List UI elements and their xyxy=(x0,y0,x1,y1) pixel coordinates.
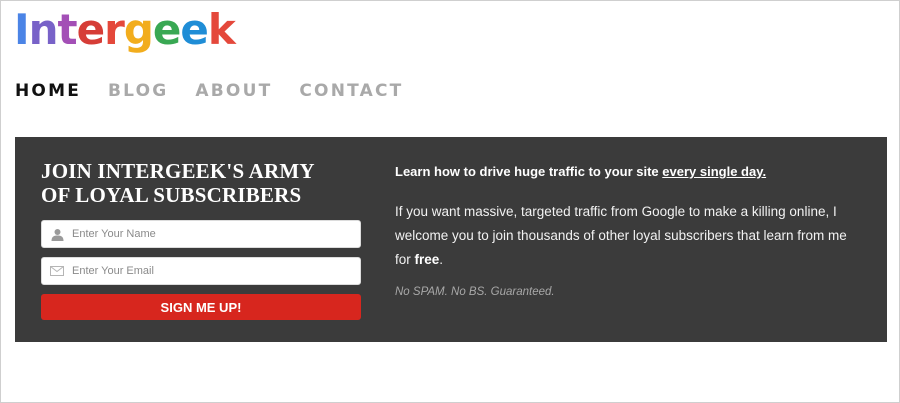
logo-letter: g xyxy=(123,5,154,54)
nav-home[interactable]: HOME xyxy=(15,81,81,101)
pitch-block: Learn how to drive huge traffic to your … xyxy=(395,163,865,298)
nav-blog[interactable]: BLOG xyxy=(108,81,168,101)
pitch-body: If you want massive, targeted traffic fr… xyxy=(395,200,865,272)
email-input[interactable] xyxy=(72,265,342,277)
nav-contact[interactable]: CONTACT xyxy=(299,81,403,101)
sign-up-button[interactable]: SIGN ME UP! xyxy=(41,294,361,320)
intergeek-logo[interactable]: Intergeek xyxy=(14,5,236,54)
logo-letter: e xyxy=(76,5,105,54)
subscribe-panel: JOIN INTERGEEK'S ARMY OF LOYAL SUBSCRIBE… xyxy=(15,137,887,342)
logo-letter: t xyxy=(57,5,78,54)
no-spam-note: No SPAM. No BS. Guaranteed. xyxy=(395,286,555,298)
signup-title: JOIN INTERGEEK'S ARMY OF LOYAL SUBSCRIBE… xyxy=(41,159,314,207)
name-input[interactable] xyxy=(72,228,342,240)
envelope-icon xyxy=(42,266,72,276)
pitch-free-text: free xyxy=(414,252,440,267)
main-nav: HOME BLOG ABOUT CONTACT xyxy=(15,81,430,101)
logo-letter: r xyxy=(104,5,125,54)
logo-letter: n xyxy=(28,5,59,54)
logo-letter: e xyxy=(180,5,208,54)
pitch-lead-text: Learn how to drive huge traffic to your … xyxy=(395,164,663,179)
user-icon xyxy=(42,228,72,241)
logo-letter: k xyxy=(207,5,236,54)
email-field[interactable] xyxy=(41,257,361,285)
pitch-body-text: If you want massive, targeted traffic fr… xyxy=(395,204,847,267)
pitch-lead: Learn how to drive huge traffic to your … xyxy=(395,163,865,180)
name-field[interactable] xyxy=(41,220,361,248)
every-single-day-link[interactable]: every single day. xyxy=(662,164,766,179)
logo-letter: e xyxy=(152,5,181,54)
nav-about[interactable]: ABOUT xyxy=(195,81,272,101)
pitch-body-end: . xyxy=(439,252,444,267)
logo-letter: I xyxy=(14,5,30,54)
